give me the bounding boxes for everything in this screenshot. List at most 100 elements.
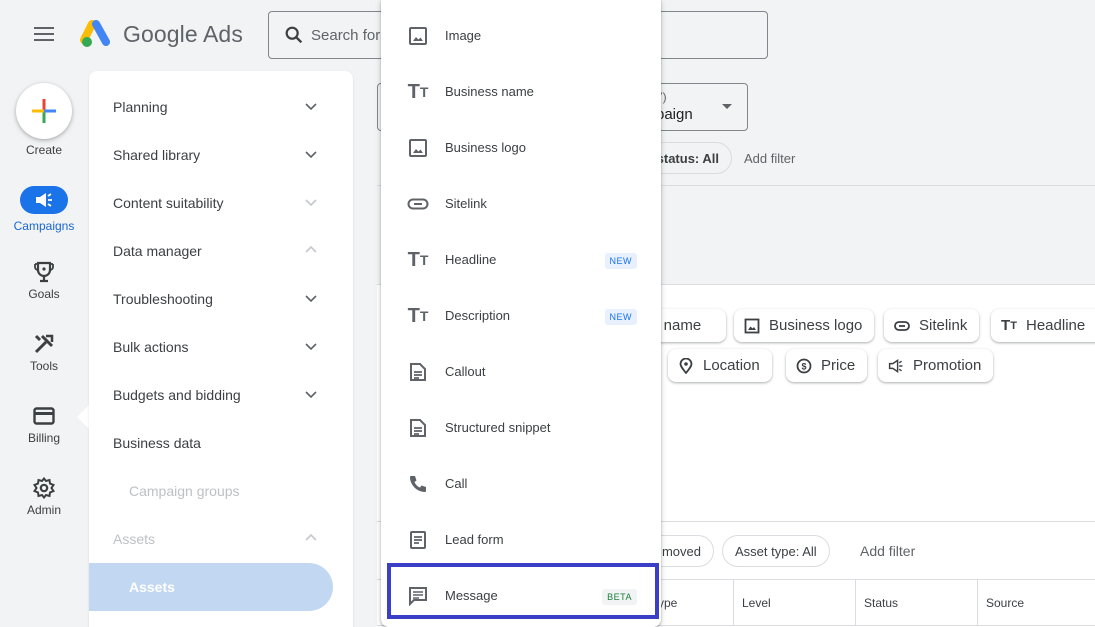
text-icon: TT (407, 248, 429, 271)
chip-label: Price (821, 357, 856, 374)
rail-label: Goals (28, 287, 60, 301)
column-header-status[interactable]: Status (855, 580, 977, 625)
nav-item-content-suitability[interactable]: Content suitability (89, 179, 353, 227)
google-ads-logo (80, 20, 110, 47)
menu-item-image[interactable]: Image (381, 8, 661, 64)
image-icon (744, 318, 760, 333)
nav-item-business-data[interactable]: Business data (89, 419, 353, 467)
chevron-down-icon (305, 391, 317, 399)
megaphone-icon (888, 358, 903, 373)
nav-label: Shared library (113, 147, 201, 163)
nav-label: Troubleshooting (113, 291, 213, 307)
menu-item-business-name[interactable]: TT Business name (381, 64, 661, 120)
add-filter-link[interactable]: Add filter (744, 151, 795, 166)
menu-item-label: Headline (445, 252, 497, 267)
menu-item-label: Business logo (445, 140, 526, 155)
nav-item-campaign-groups[interactable]: Campaign groups (89, 467, 353, 515)
nav-item-assets[interactable]: Assets (89, 563, 333, 611)
rail-label: Billing (27, 431, 60, 445)
menu-item-structured-snippet[interactable]: Structured snippet (381, 400, 661, 456)
rail-label: Admin (26, 503, 61, 517)
chevron-up-icon (305, 245, 317, 253)
rail-item-billing[interactable]: Billing (0, 404, 88, 445)
pill-label: moved (661, 543, 701, 559)
column-header-level[interactable]: Level (733, 580, 855, 625)
nav-item-data-manager[interactable]: Data manager (89, 227, 353, 275)
menu-item-description[interactable]: TT Description NEW (381, 288, 661, 344)
rail-item-tools[interactable]: Tools (0, 332, 88, 373)
menu-item-label: Callout (445, 364, 486, 379)
rail-label: Tools (29, 359, 58, 373)
message-icon (409, 587, 427, 606)
column-header-label: Level (742, 595, 771, 610)
rail-item-goals[interactable]: Goals (0, 260, 88, 301)
menu-item-business-logo[interactable]: Business logo (381, 120, 661, 176)
chevron-down-icon (305, 199, 317, 207)
asset-chip-location[interactable]: Location (668, 349, 772, 382)
menu-item-label: Image (445, 28, 482, 43)
nav-item-budgets-and-bidding[interactable]: Budgets and bidding (89, 371, 353, 419)
nav-label: Assets (113, 531, 156, 547)
plus-icon (32, 99, 56, 123)
chip-label: Headline (1026, 317, 1086, 334)
menu-item-call[interactable]: Call (381, 456, 661, 512)
menu-item-label: Lead form (445, 532, 504, 547)
dropdown-caret-icon (722, 104, 732, 109)
nav-item-assets-group[interactable]: Assets (89, 515, 353, 563)
asset-chip-headline[interactable]: TT Headline (991, 309, 1095, 342)
menu-item-lead-form[interactable]: Lead form (381, 512, 661, 568)
chip-label: Sitelink (919, 317, 968, 334)
chevron-down-icon (305, 103, 317, 111)
new-badge: NEW (604, 309, 637, 325)
menu-item-headline[interactable]: TT Headline NEW (381, 232, 661, 288)
text-icon: TT (407, 80, 429, 103)
status-filter-label: status: All (656, 151, 719, 166)
rail-item-admin[interactable]: Admin (0, 476, 88, 517)
asset-chip-business-logo[interactable]: Business logo (734, 309, 875, 342)
rail-item-campaigns[interactable]: Campaigns (0, 186, 88, 233)
tools-icon (34, 334, 54, 354)
menu-item-message[interactable]: Message BETA (381, 568, 661, 624)
add-filter-link[interactable]: Add filter (860, 543, 915, 559)
nav-label: Planning (113, 99, 168, 115)
dollar-icon: $ (796, 358, 812, 373)
menu-item-sitelink[interactable]: Sitelink (381, 176, 661, 232)
chip-label: Promotion (913, 357, 982, 374)
asset-chip-price[interactable]: $ Price (786, 349, 868, 382)
link-icon (894, 320, 910, 331)
chip-label: Business logo (769, 317, 863, 334)
column-header-label: Status (864, 595, 899, 610)
nav-label: Budgets and bidding (113, 387, 241, 403)
asset-chip-promotion[interactable]: Promotion (878, 349, 994, 382)
nav-label: Bulk actions (113, 339, 189, 355)
nav-item-shared-library[interactable]: Shared library (89, 131, 353, 179)
menu-item-label: Message (445, 588, 498, 603)
asset-type-filter-pill[interactable]: Asset type: All (722, 535, 830, 567)
create-label: Create (25, 143, 63, 157)
rail-label: Campaigns (13, 219, 75, 233)
megaphone-icon (36, 193, 52, 207)
credit-card-icon (33, 407, 55, 425)
trophy-icon (34, 261, 54, 283)
nav-item-troubleshooting[interactable]: Troubleshooting (89, 275, 353, 323)
nav-item-bulk-actions[interactable]: Bulk actions (89, 323, 353, 371)
nav-label: Data manager (113, 243, 202, 259)
menu-item-callout[interactable]: Callout (381, 344, 661, 400)
brand-title: Google Ads (123, 21, 243, 47)
link-icon (407, 198, 429, 210)
menu-item-label: Call (445, 476, 468, 491)
column-header-source[interactable]: Source (977, 580, 1095, 625)
hamburger-menu-icon[interactable] (34, 27, 54, 43)
column-header-label: Source (986, 595, 1025, 610)
column-header-type[interactable]: ype (650, 580, 733, 625)
navigation-panel: Planning Shared library Content suitabil… (89, 71, 353, 627)
menu-item-label: Business name (445, 84, 534, 99)
document-icon (410, 419, 426, 437)
create-button[interactable] (16, 83, 72, 139)
asset-chip-sitelink[interactable]: Sitelink (884, 309, 980, 342)
phone-icon (410, 476, 426, 492)
nav-item-planning[interactable]: Planning (89, 83, 353, 131)
pill-label: Asset type: All (735, 543, 817, 559)
svg-text:$: $ (801, 361, 806, 371)
text-icon: TT (407, 304, 429, 327)
